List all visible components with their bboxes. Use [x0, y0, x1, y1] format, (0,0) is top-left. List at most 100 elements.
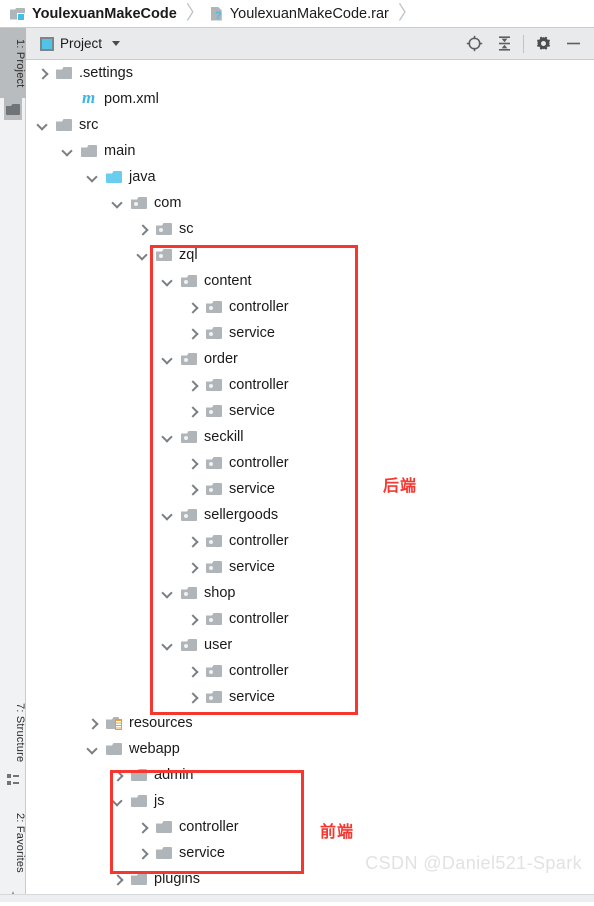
- tree-row[interactable]: com: [26, 190, 594, 216]
- package-icon: [206, 482, 223, 496]
- chevron-right-icon[interactable]: [136, 847, 149, 860]
- tree-row[interactable]: service: [26, 398, 594, 424]
- sidebar-item-structure[interactable]: 7: Structure: [0, 692, 26, 774]
- package-icon: [206, 560, 223, 574]
- tree-row[interactable]: order: [26, 346, 594, 372]
- chevron-down-icon[interactable]: [61, 145, 74, 158]
- folder-icon: [106, 742, 123, 756]
- tree-row[interactable]: controller: [26, 814, 594, 840]
- chevron-right-icon[interactable]: [36, 67, 49, 80]
- chevron-right-icon[interactable]: [186, 457, 199, 470]
- tree-row[interactable]: js: [26, 788, 594, 814]
- tree-row-label: controller: [179, 819, 239, 835]
- tree-row-label: java: [129, 169, 156, 185]
- package-icon: [131, 196, 148, 210]
- maven-icon: [81, 89, 98, 107]
- project-tree[interactable]: .settings pom.xml srcmain java com sc zql conte…: [26, 60, 594, 894]
- tree-row[interactable]: controller: [26, 658, 594, 684]
- tree-row[interactable]: content: [26, 268, 594, 294]
- tree-row[interactable]: service: [26, 476, 594, 502]
- package-icon: [206, 404, 223, 418]
- tree-row[interactable]: controller: [26, 450, 594, 476]
- toolbar-divider: [523, 34, 524, 53]
- module-icon: [10, 7, 26, 21]
- chevron-right-icon[interactable]: [86, 717, 99, 730]
- chevron-right-icon[interactable]: [186, 301, 199, 314]
- tree-row[interactable]: controller: [26, 294, 594, 320]
- structure-tool-icon[interactable]: [7, 774, 19, 786]
- tree-row[interactable]: main: [26, 138, 594, 164]
- tree-row-label: order: [204, 351, 238, 367]
- sidebar-item-project[interactable]: 1: Project: [0, 28, 26, 98]
- folderblue-icon: [106, 170, 123, 184]
- chevron-down-icon[interactable]: [161, 509, 174, 522]
- chevron-right-icon[interactable]: [186, 379, 199, 392]
- chevron-down-icon[interactable]: [112, 41, 121, 46]
- chevron-down-icon[interactable]: [161, 587, 174, 600]
- collapse-all-icon[interactable]: [489, 29, 519, 59]
- tree-row[interactable]: admin: [26, 762, 594, 788]
- tree-row[interactable]: user: [26, 632, 594, 658]
- tree-row[interactable]: seckill: [26, 424, 594, 450]
- hide-panel-icon[interactable]: [558, 29, 588, 59]
- tree-row[interactable]: controller: [26, 372, 594, 398]
- tree-row[interactable]: controller: [26, 528, 594, 554]
- chevron-down-icon[interactable]: [161, 431, 174, 444]
- breadcrumb-item-archive[interactable]: YoulexuanMakeCode.rar: [210, 0, 389, 27]
- chevron-down-icon[interactable]: [136, 249, 149, 262]
- package-icon: [181, 638, 198, 652]
- tree-row[interactable]: service: [26, 684, 594, 710]
- tree-row[interactable]: webapp: [26, 736, 594, 762]
- chevron-right-icon[interactable]: [136, 821, 149, 834]
- tree-row[interactable]: java: [26, 164, 594, 190]
- tree-row-label: sellergoods: [204, 507, 279, 523]
- chevron-right-icon[interactable]: [186, 665, 199, 678]
- chevron-right-icon[interactable]: [136, 223, 149, 236]
- chevron-right-icon[interactable]: [111, 873, 124, 886]
- tree-row[interactable]: .settings: [26, 60, 594, 86]
- tree-row-label: service: [179, 845, 225, 861]
- project-tool-icon[interactable]: [4, 98, 22, 120]
- tree-row[interactable]: resources: [26, 710, 594, 736]
- breadcrumb-separator-icon: 〉: [397, 2, 417, 24]
- chevron-down-icon[interactable]: [86, 743, 99, 756]
- chevron-right-icon[interactable]: [186, 483, 199, 496]
- chevron-down-icon[interactable]: [161, 639, 174, 652]
- chevron-right-icon[interactable]: [186, 535, 199, 548]
- tree-row[interactable]: service: [26, 554, 594, 580]
- chevron-right-icon[interactable]: [186, 327, 199, 340]
- tree-row[interactable]: src: [26, 112, 594, 138]
- tree-row-label: resources: [129, 715, 193, 731]
- tree-row-label: .settings: [79, 65, 133, 81]
- chevron-right-icon[interactable]: [186, 613, 199, 626]
- settings-gear-icon[interactable]: [528, 29, 558, 59]
- chevron-right-icon[interactable]: [186, 691, 199, 704]
- chevron-down-icon[interactable]: [161, 275, 174, 288]
- tree-row-label: src: [79, 117, 99, 133]
- tree-row-label: main: [104, 143, 136, 159]
- project-panel-icon: [40, 36, 54, 51]
- chevron-down-icon[interactable]: [111, 197, 124, 210]
- chevron-down-icon[interactable]: [86, 171, 99, 184]
- tree-row[interactable]: pom.xml: [26, 86, 594, 112]
- chevron-right-icon[interactable]: [186, 405, 199, 418]
- tree-row-label: zql: [179, 247, 198, 263]
- tree-row[interactable]: zql: [26, 242, 594, 268]
- chevron-down-icon[interactable]: [161, 353, 174, 366]
- breadcrumb-label: YoulexuanMakeCode: [32, 5, 177, 22]
- tree-row[interactable]: service: [26, 320, 594, 346]
- watermark: CSDN @Daniel521-Spark: [365, 853, 582, 873]
- tree-row[interactable]: controller: [26, 606, 594, 632]
- breadcrumb-item-project[interactable]: YoulexuanMakeCode: [10, 0, 177, 27]
- chevron-down-icon[interactable]: [36, 119, 49, 132]
- chevron-right-icon[interactable]: [186, 561, 199, 574]
- tree-row-label: admin: [154, 767, 194, 783]
- locate-icon[interactable]: [459, 29, 489, 59]
- tree-row[interactable]: sellergoods: [26, 502, 594, 528]
- chevron-right-icon[interactable]: [111, 769, 124, 782]
- folder-icon: [156, 846, 173, 860]
- sidebar-item-favorites[interactable]: 2: Favorites: [0, 800, 26, 886]
- tree-row[interactable]: sc: [26, 216, 594, 242]
- tree-row[interactable]: shop: [26, 580, 594, 606]
- chevron-down-icon[interactable]: [111, 795, 124, 808]
